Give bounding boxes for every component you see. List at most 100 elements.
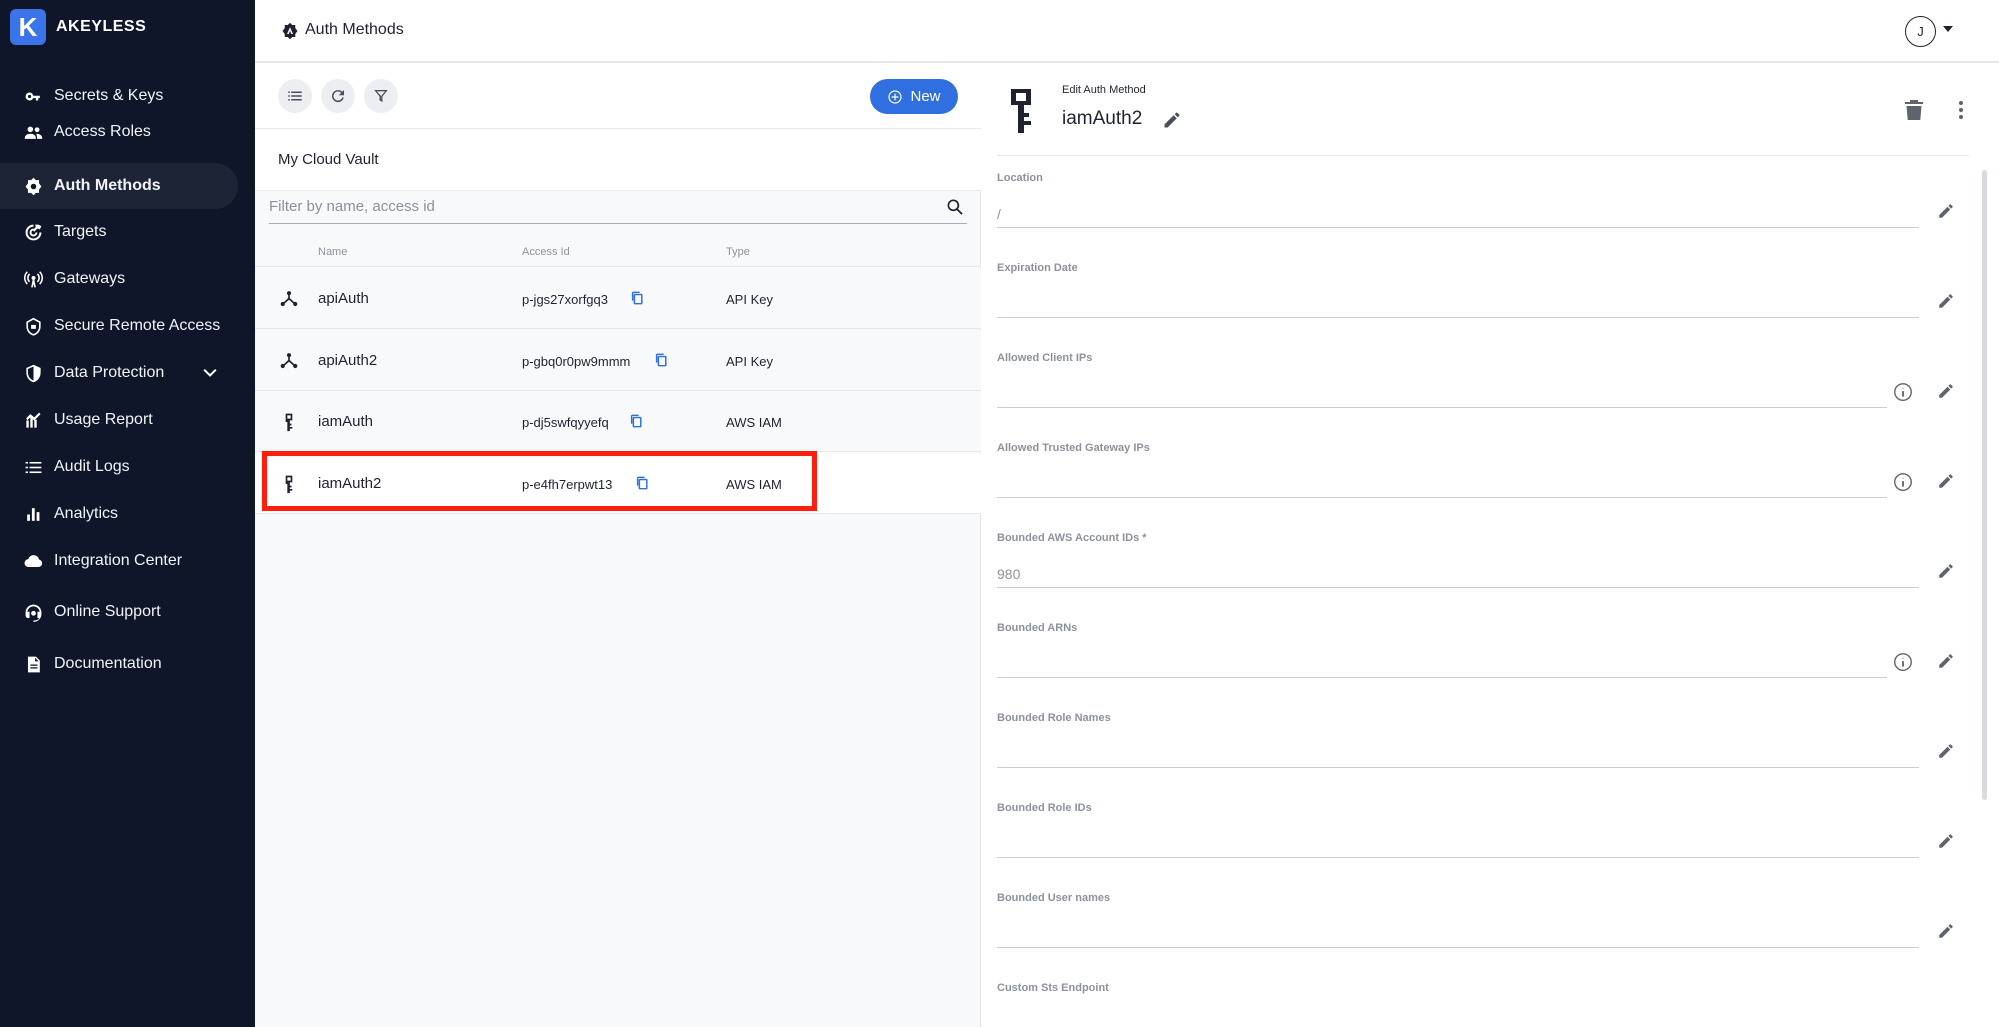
table-header: Name Access Id Type xyxy=(255,235,981,267)
chevron-down-icon[interactable] xyxy=(200,363,220,383)
sidebar-item-label: Secrets & Keys xyxy=(54,87,164,104)
gear-shield-icon xyxy=(281,22,299,40)
search-icon[interactable] xyxy=(945,197,965,217)
avatar[interactable]: J xyxy=(1905,16,1936,47)
field-underline xyxy=(997,407,1887,408)
row-type: AWS IAM xyxy=(726,415,782,430)
row-name: iamAuth xyxy=(318,413,374,430)
akeyless-logo[interactable]: K AKEYLESS xyxy=(10,9,146,45)
column-header-access-id[interactable]: Access Id xyxy=(522,246,570,258)
field-label: Allowed Client IPs xyxy=(997,352,1093,364)
edit-auth-method-panel: Edit Auth Method iamAuth2 Location / Exp… xyxy=(982,65,1999,1027)
copy-icon[interactable] xyxy=(654,352,668,368)
scrollbar[interactable] xyxy=(1982,170,1987,800)
sidebar-item-analytics[interactable]: Analytics xyxy=(0,491,238,537)
row-access-id: p-dj5swfqyyefq xyxy=(522,415,609,430)
row-name: apiAuth2 xyxy=(318,352,378,369)
shield-icon xyxy=(22,362,44,384)
sidebar-item-targets[interactable]: Targets xyxy=(0,209,238,255)
edit-pencil-icon[interactable] xyxy=(1937,292,1955,310)
target-icon xyxy=(22,221,44,243)
info-icon[interactable] xyxy=(1892,651,1914,673)
row-name: iamAuth2 xyxy=(318,475,382,492)
funnel-icon xyxy=(374,90,388,102)
sidebar-item-label: Analytics xyxy=(54,505,119,522)
field-bounded-aws-account-ids: Bounded AWS Account IDs * 980 xyxy=(997,532,1953,620)
delete-trash-icon[interactable] xyxy=(1904,99,1924,121)
table-row[interactable]: iamAuth p-dj5swfqyyefq AWS IAM xyxy=(255,391,981,452)
detail-caption: Edit Auth Method xyxy=(1062,84,1146,96)
edit-pencil-icon[interactable] xyxy=(1937,382,1955,400)
filter-button[interactable] xyxy=(364,79,398,113)
edit-pencil-icon[interactable] xyxy=(1937,922,1955,940)
sidebar-item-label: Access Roles xyxy=(54,123,151,140)
edit-name-pencil-icon[interactable] xyxy=(1162,110,1182,130)
sidebar-item-secure-remote-access[interactable]: Secure Remote Access xyxy=(0,303,238,349)
table-row[interactable]: apiAuth p-jgs27xorfgq3 API Key xyxy=(255,268,981,329)
sidebar-item-integration-center[interactable]: Integration Center xyxy=(0,538,238,584)
document-icon xyxy=(22,653,44,675)
row-name: apiAuth xyxy=(318,290,369,307)
field-label: Bounded ARNs xyxy=(997,622,1078,634)
account-menu-caret-icon[interactable] xyxy=(1943,26,1953,32)
sidebar-item-access-roles[interactable]: Access Roles xyxy=(0,109,238,155)
column-header-type[interactable]: Type xyxy=(726,246,750,258)
sidebar-item-label: Secure Remote Access xyxy=(54,317,221,334)
sidebar-item-auth-methods[interactable]: Auth Methods xyxy=(0,163,238,209)
field-allowed-client-ips: Allowed Client IPs xyxy=(997,352,1953,440)
api-key-icon xyxy=(279,350,299,372)
field-value[interactable]: / xyxy=(997,206,1001,222)
sidebar-item-label: Data Protection xyxy=(54,364,165,381)
row-access-id: p-gbq0r0pw9mmm xyxy=(522,354,631,369)
copy-icon[interactable] xyxy=(629,413,643,429)
page-title: Auth Methods xyxy=(305,21,404,38)
top-bar: Auth Methods J xyxy=(255,0,1999,63)
sidebar-item-gateways[interactable]: Gateways xyxy=(0,256,238,302)
edit-pencil-icon[interactable] xyxy=(1937,652,1955,670)
copy-icon[interactable] xyxy=(630,290,644,306)
sidebar-item-label: Online Support xyxy=(54,603,161,620)
column-header-name[interactable]: Name xyxy=(318,246,347,258)
edit-pencil-icon[interactable] xyxy=(1937,202,1955,220)
field-underline xyxy=(997,677,1887,678)
field-label: Bounded Role Names xyxy=(997,712,1111,724)
edit-pencil-icon[interactable] xyxy=(1937,742,1955,760)
sidebar-item-label: Audit Logs xyxy=(54,458,130,475)
sidebar-item-data-protection[interactable]: Data Protection xyxy=(0,350,238,396)
info-icon[interactable] xyxy=(1892,471,1914,493)
field-underline xyxy=(997,317,1919,318)
info-icon[interactable] xyxy=(1892,381,1914,403)
edit-pencil-icon[interactable] xyxy=(1937,832,1955,850)
key-icon xyxy=(22,85,44,107)
list-view-button[interactable] xyxy=(278,79,312,113)
field-value[interactable]: 980 xyxy=(997,566,1020,582)
table-row-selected[interactable]: iamAuth2 p-e4fh7erpwt13 AWS IAM xyxy=(255,453,981,514)
table-row[interactable]: apiAuth2 p-gbq0r0pw9mmm API Key xyxy=(255,330,981,391)
refresh-button[interactable] xyxy=(321,79,355,113)
new-button-label: New xyxy=(910,88,941,105)
sidebar-item-label: Gateways xyxy=(54,270,126,287)
field-underline xyxy=(997,767,1919,768)
gateway-icon xyxy=(22,268,44,290)
edit-pencil-icon[interactable] xyxy=(1937,562,1955,580)
copy-icon[interactable] xyxy=(635,475,649,491)
sidebar-item-online-support[interactable]: Online Support xyxy=(0,589,238,635)
sidebar-item-audit-logs[interactable]: Audit Logs xyxy=(0,444,238,490)
bar-chart-icon xyxy=(22,503,44,525)
shield-lock-icon xyxy=(22,315,44,337)
support-icon xyxy=(22,601,44,623)
edit-pencil-icon[interactable] xyxy=(1937,472,1955,490)
sidebar-item-documentation[interactable]: Documentation xyxy=(0,641,238,687)
sidebar-item-usage-report[interactable]: Usage Report xyxy=(0,397,238,443)
field-underline xyxy=(997,497,1887,498)
brand-name: AKEYLESS xyxy=(56,18,147,35)
more-options-icon[interactable] xyxy=(1953,99,1969,121)
field-label: Bounded User names xyxy=(997,892,1111,904)
sidebar-item-label: Usage Report xyxy=(54,411,153,428)
field-location: Location / xyxy=(997,172,1953,260)
filter-input[interactable] xyxy=(269,198,929,215)
field-underline xyxy=(997,587,1919,588)
new-auth-method-button[interactable]: New xyxy=(870,79,958,114)
people-icon xyxy=(22,121,44,143)
field-underline xyxy=(997,947,1919,948)
